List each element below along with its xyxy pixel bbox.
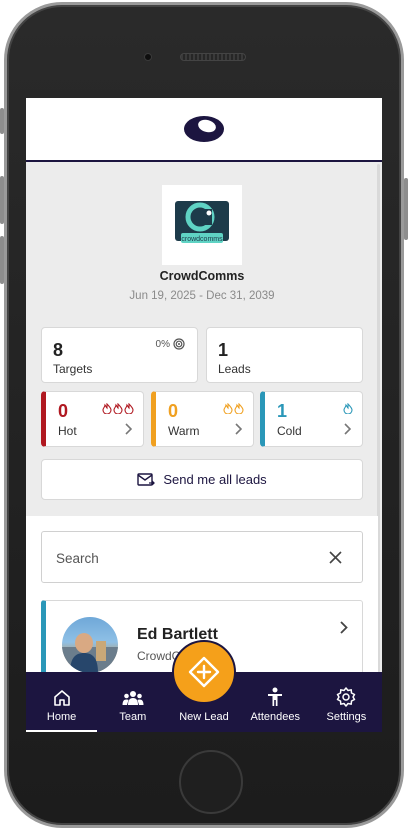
volume-down-button xyxy=(0,236,4,284)
mute-switch xyxy=(0,108,4,134)
earpiece-speaker xyxy=(180,53,246,61)
hot-flames xyxy=(102,403,134,414)
targets-count: 8 xyxy=(53,340,64,360)
leads-card[interactable]: 1 Leads xyxy=(206,327,363,383)
cold-count: 1 xyxy=(277,401,288,421)
chevron-right-icon xyxy=(344,423,351,435)
gear-icon xyxy=(337,687,356,707)
team-icon xyxy=(122,691,144,705)
targets-progress: 0% xyxy=(156,338,185,350)
volume-up-button xyxy=(0,176,4,224)
hot-leads-card[interactable]: 0 Hot xyxy=(41,391,144,447)
home-icon xyxy=(53,690,70,706)
flame-icon xyxy=(223,403,233,414)
flame-icon xyxy=(113,403,123,414)
power-button xyxy=(404,178,408,240)
warm-count: 0 xyxy=(168,401,179,421)
nav-attendees-label: Attendees xyxy=(250,711,300,723)
svg-text:crowdcomms: crowdcomms xyxy=(181,236,223,243)
front-camera xyxy=(144,53,152,61)
target-icon xyxy=(173,338,185,350)
nav-team-label: Team xyxy=(119,711,147,723)
flame-icon xyxy=(102,403,112,414)
search-box xyxy=(41,531,363,583)
nav-new-lead-label: New Lead xyxy=(179,711,229,723)
nav-attendees[interactable]: Attendees xyxy=(240,672,311,732)
nav-home-label: Home xyxy=(46,711,77,723)
flame-icon xyxy=(124,403,134,414)
crowdcomms-logo-icon: crowdcomms xyxy=(175,201,229,243)
cold-leads-card[interactable]: 1 Cold xyxy=(260,391,363,447)
warm-label: Warm xyxy=(168,424,200,438)
add-diamond-icon xyxy=(188,656,220,688)
person-icon xyxy=(268,687,283,706)
leads-label: Leads xyxy=(218,362,251,376)
app-screen: crowdcomms CrowdComms Jun 19, 2025 - Dec… xyxy=(26,98,382,732)
targets-card[interactable]: 8 Targets 0% xyxy=(41,327,198,383)
hot-label: Hot xyxy=(58,424,77,438)
mail-send-icon xyxy=(137,472,156,486)
cold-label: Cold xyxy=(277,424,302,438)
new-lead-button[interactable] xyxy=(172,640,236,704)
flame-icon xyxy=(234,403,244,414)
warm-leads-card[interactable]: 0 Warm xyxy=(151,391,254,447)
search-input[interactable] xyxy=(56,548,296,568)
leads-count: 1 xyxy=(218,340,229,360)
nav-settings[interactable]: Settings xyxy=(311,672,382,732)
send-all-leads-label: Send me all leads xyxy=(163,472,267,487)
targets-percent: 0% xyxy=(155,338,170,350)
app-header xyxy=(26,98,382,162)
nav-settings-label: Settings xyxy=(326,711,367,723)
send-all-leads-button[interactable]: Send me all leads xyxy=(41,459,363,500)
chevron-right-icon xyxy=(235,423,242,435)
chevron-right-icon xyxy=(125,423,132,435)
avatar xyxy=(62,617,118,673)
nav-team[interactable]: Team xyxy=(97,672,168,732)
event-logo: crowdcomms xyxy=(162,185,242,265)
nav-home[interactable]: Home xyxy=(26,672,98,732)
event-name: CrowdComms xyxy=(159,269,245,283)
close-icon[interactable] xyxy=(329,551,342,564)
cold-flames xyxy=(343,403,353,414)
home-hardware-button[interactable] xyxy=(179,750,243,814)
flame-icon xyxy=(343,403,353,414)
event-dates: Jun 19, 2025 - Dec 31, 2039 xyxy=(129,290,275,302)
targets-label: Targets xyxy=(53,362,93,376)
warm-flames xyxy=(223,403,244,414)
hot-count: 0 xyxy=(58,401,69,421)
app-logo-icon xyxy=(184,116,224,142)
chevron-right-icon xyxy=(340,621,348,634)
